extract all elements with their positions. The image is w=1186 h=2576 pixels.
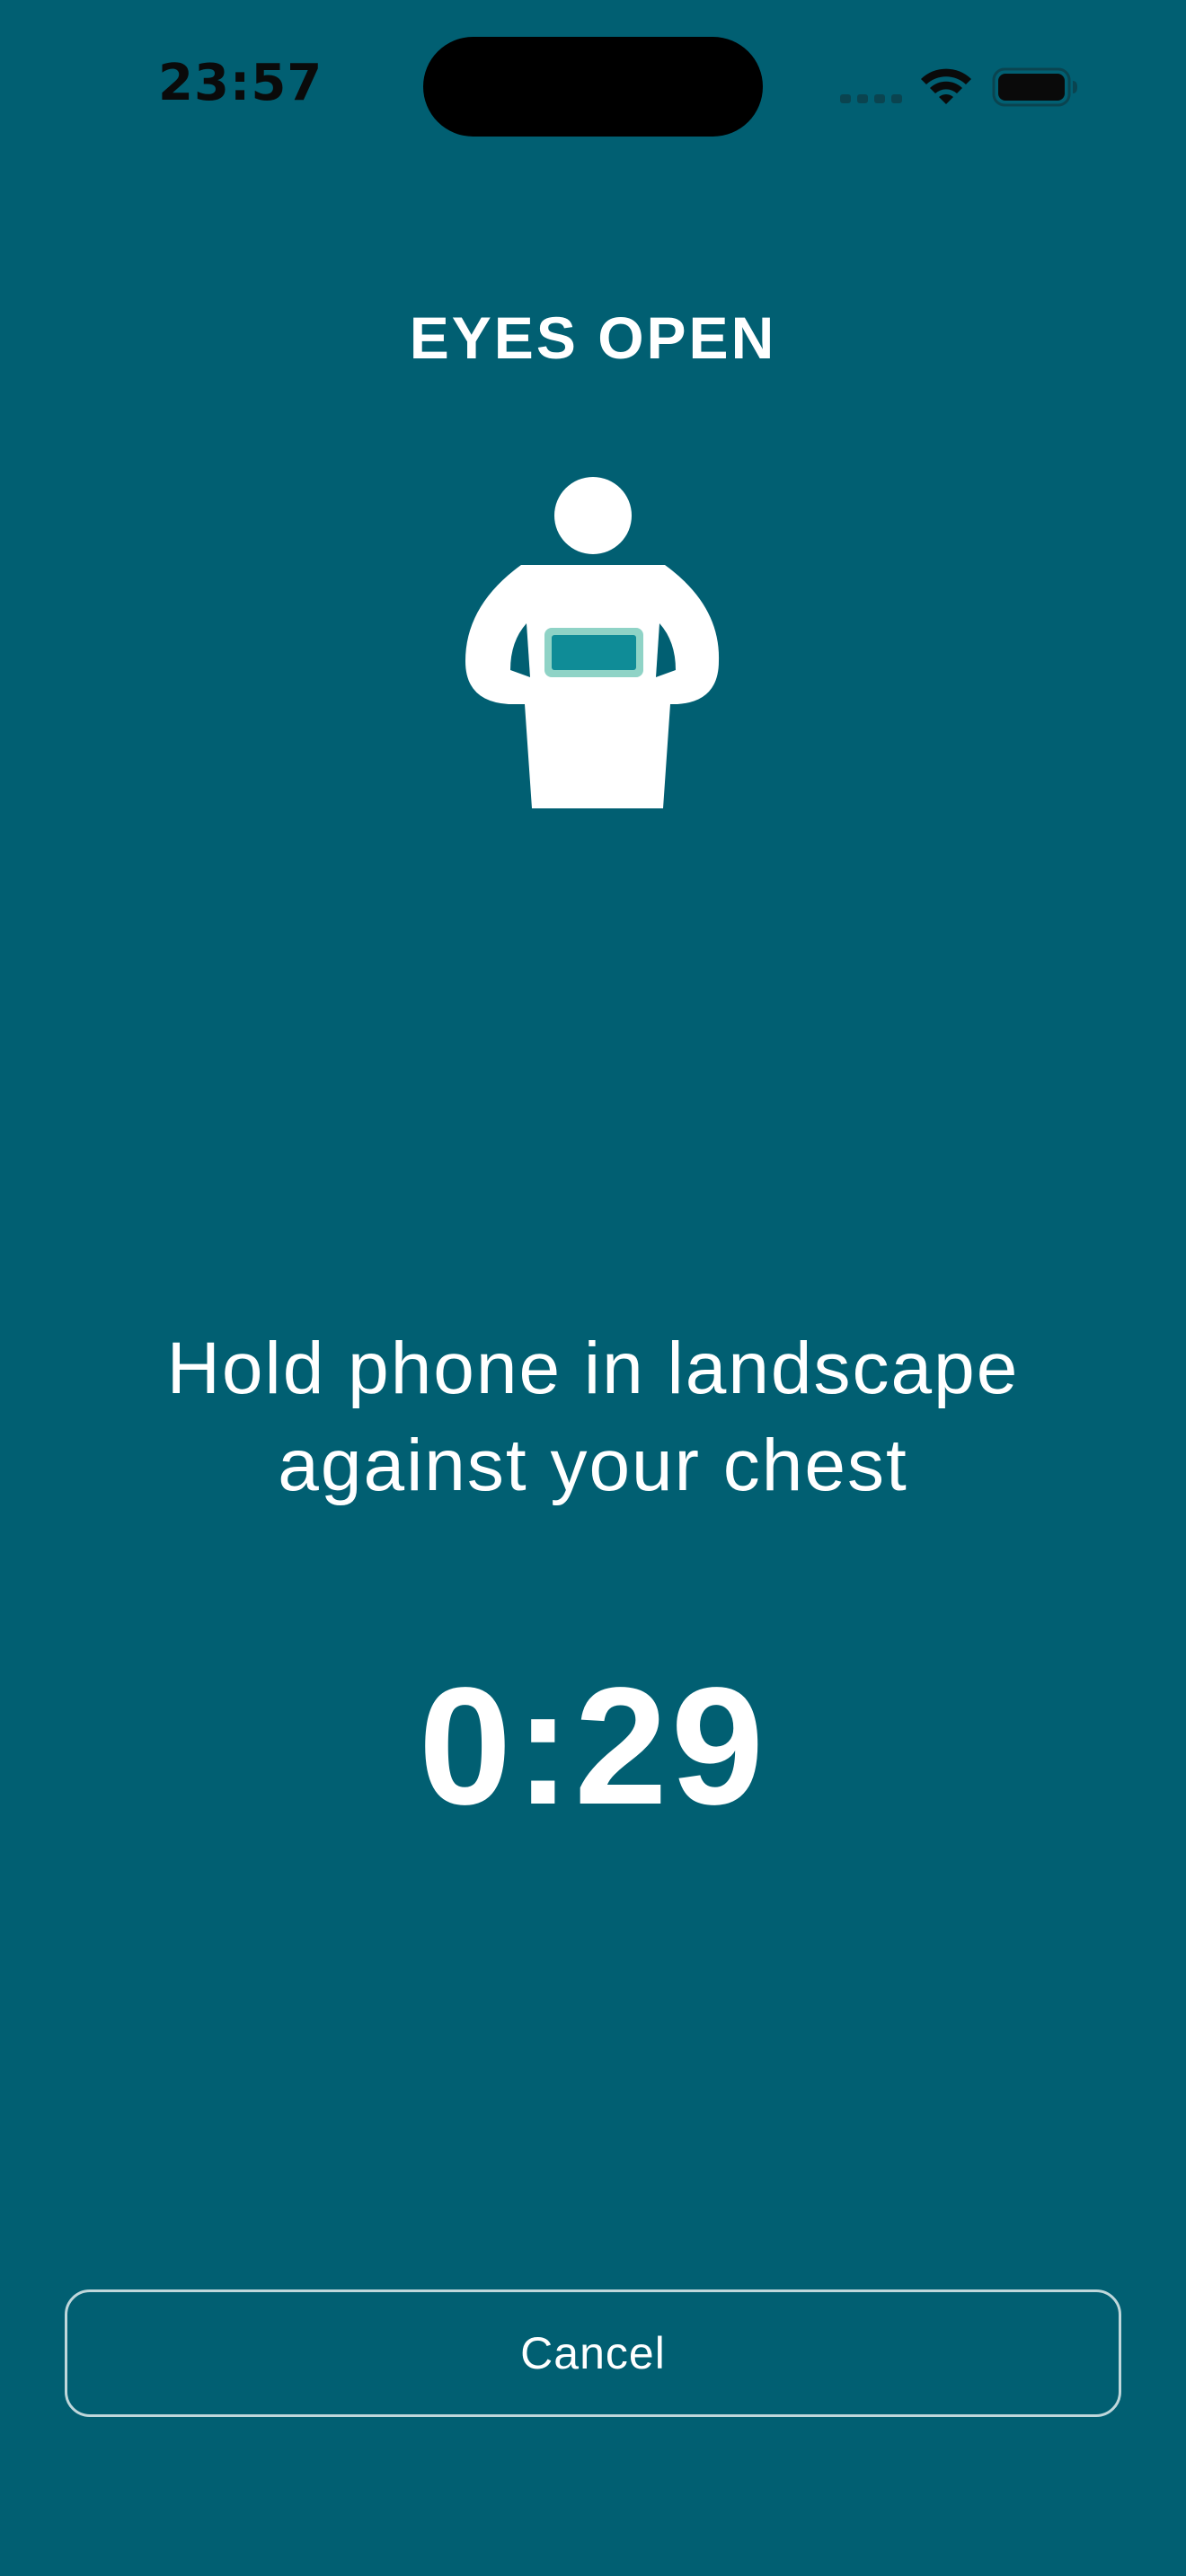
wifi-icon	[921, 68, 971, 104]
countdown-timer: 0:29	[418, 1654, 768, 1839]
dynamic-island	[423, 37, 763, 137]
cancel-button[interactable]: Cancel	[65, 2289, 1121, 2417]
cellular-signal-icon	[840, 94, 902, 103]
battery-icon	[992, 67, 1077, 107]
status-bar: 23:57	[0, 0, 1186, 180]
status-time: 23:57	[158, 54, 323, 112]
screen-title: EYES OPEN	[409, 304, 777, 371]
instruction-text: Hold phone in landscape against your che…	[166, 1328, 1020, 1506]
person-holding-phone-icon	[465, 477, 720, 808]
